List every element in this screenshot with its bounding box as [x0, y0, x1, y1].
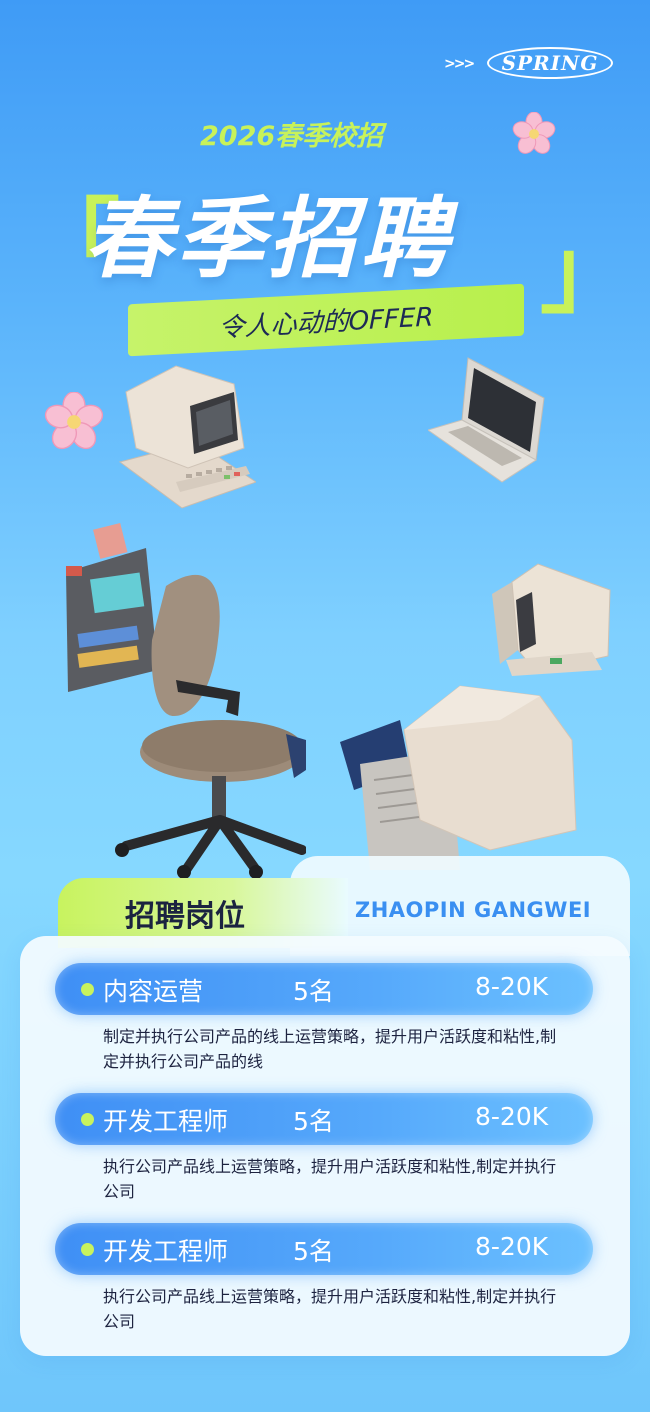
spring-badge: SPRING: [487, 47, 613, 79]
section-title: 招聘岗位: [125, 899, 245, 934]
job-salary: 8-20K: [475, 1102, 549, 1131]
job-count: 5名: [293, 1107, 334, 1136]
bullet-icon: [81, 1113, 94, 1126]
retro-computer-large-icon: [340, 680, 580, 870]
cherry-blossom-icon: [44, 391, 104, 456]
cherry-blossom-icon: [512, 111, 556, 156]
bullet-icon: [81, 1243, 94, 1256]
job-salary: 8-20K: [475, 972, 549, 1001]
job-count: 5名: [293, 977, 334, 1006]
arrows-icon: >>>: [444, 56, 475, 72]
job-description: 制定并执行公司产品的线上运营策略，提升用户活跃度和粘性,制定并执行公司产品的线: [103, 1027, 557, 1071]
tagline-text: 令人心动的OFFER: [218, 301, 434, 344]
section-pinyin: ZHAOPIN GANGWEI: [355, 898, 592, 922]
jobs-card: 内容运营 5名 8-20K 制定并执行公司产品的线上运营策略，提升用户活跃度和粘…: [20, 936, 630, 1356]
office-chair-icon: [66, 520, 307, 880]
job-row[interactable]: 开发工程师 5名 8-20K: [55, 1093, 593, 1145]
job-row[interactable]: 内容运营 5名 8-20K: [55, 963, 593, 1015]
retro-computer-icon: [116, 362, 258, 512]
job-row[interactable]: 开发工程师 5名 8-20K: [55, 1223, 593, 1275]
bullet-icon: [81, 983, 94, 996]
bracket-right: 」: [540, 219, 633, 326]
job-salary: 8-20K: [475, 1232, 549, 1261]
job-description: 执行公司产品线上运营策略，提升用户活跃度和粘性,制定并执行公司: [103, 1157, 557, 1201]
job-description: 执行公司产品线上运营策略，提升用户活跃度和粘性,制定并执行公司: [103, 1287, 557, 1331]
retro-monitor-icon: [492, 560, 612, 680]
job-title: 内容运营: [103, 977, 204, 1006]
job-count: 5名: [293, 1237, 334, 1266]
job-title: 开发工程师: [103, 1107, 229, 1136]
event-subtitle: 2026春季校招: [200, 121, 384, 152]
spring-badge-label: SPRING: [501, 51, 599, 75]
page-title: 春季招聘: [84, 187, 453, 290]
job-title: 开发工程师: [103, 1237, 229, 1266]
laptop-icon: [426, 350, 548, 490]
